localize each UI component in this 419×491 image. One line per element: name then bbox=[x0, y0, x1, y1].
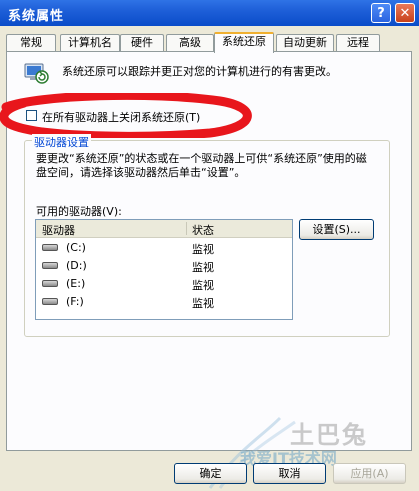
hard-drive-icon bbox=[42, 244, 58, 251]
drive-settings-description: 要更改“系统还原”的状态或在一个驱动器上可供“系统还原”使用的磁盘空间，请选择该… bbox=[36, 152, 367, 179]
system-restore-icon bbox=[24, 63, 49, 84]
cancel-button[interactable]: 取消 bbox=[253, 463, 326, 484]
tab-strip: 常规 计算机名 硬件 高级 系统还原 自动更新 远程 bbox=[6, 32, 412, 53]
intro-text: 系统还原可以跟踪并更正对您的计算机进行的有害更改。 bbox=[62, 65, 337, 78]
drive-status: 监视 bbox=[192, 297, 214, 310]
drive-row-d[interactable]: (D:) 监视 bbox=[36, 257, 292, 274]
tab-automatic-updates[interactable]: 自动更新 bbox=[276, 34, 334, 51]
column-drive[interactable]: 驱动器 bbox=[42, 222, 75, 238]
hard-drive-icon bbox=[42, 298, 58, 305]
window-title: 系统属性 bbox=[8, 9, 65, 24]
column-status[interactable]: 状态 bbox=[192, 222, 214, 238]
available-drives-label: 可用的驱动器(V): bbox=[36, 205, 122, 218]
tab-remote[interactable]: 远程 bbox=[336, 34, 380, 51]
hard-drive-icon bbox=[42, 262, 58, 269]
ok-button[interactable]: 确定 bbox=[174, 463, 247, 484]
close-button[interactable]: ✕ bbox=[395, 3, 415, 23]
tab-hardware[interactable]: 硬件 bbox=[120, 34, 164, 51]
drive-row-c[interactable]: (C:) 监视 bbox=[36, 239, 292, 256]
drive-name: (F:) bbox=[66, 295, 84, 308]
apply-button[interactable]: 应用(A) bbox=[333, 463, 406, 484]
tab-general[interactable]: 常规 bbox=[6, 34, 56, 51]
drive-settings-title: 驱动器设置 bbox=[32, 134, 91, 150]
hard-drive-icon bbox=[42, 280, 58, 287]
help-button[interactable]: ? bbox=[371, 3, 391, 23]
title-bar: 系统属性 ? ✕ bbox=[0, 0, 419, 26]
drive-list[interactable]: 驱动器 状态 (C:) 监视 (D:) 监视 (E:) 监视 (F:) 监视 bbox=[35, 219, 293, 320]
drive-row-f[interactable]: (F:) 监视 bbox=[36, 293, 292, 310]
red-annotation-circle bbox=[0, 93, 252, 138]
drive-name: (D:) bbox=[66, 259, 87, 272]
drive-name: (E:) bbox=[66, 277, 86, 290]
drive-name: (C:) bbox=[66, 241, 86, 254]
drive-status: 监视 bbox=[192, 243, 214, 256]
drive-list-header: 驱动器 状态 bbox=[36, 220, 292, 238]
tab-computer-name[interactable]: 计算机名 bbox=[60, 34, 120, 51]
drive-status: 监视 bbox=[192, 261, 214, 274]
drive-row-e[interactable]: (E:) 监视 bbox=[36, 275, 292, 292]
tab-advanced[interactable]: 高级 bbox=[166, 34, 214, 51]
column-divider bbox=[186, 222, 187, 235]
tab-system-restore[interactable]: 系统还原 bbox=[214, 32, 274, 53]
settings-button[interactable]: 设置(S)... bbox=[299, 219, 374, 240]
drive-status: 监视 bbox=[192, 279, 214, 292]
